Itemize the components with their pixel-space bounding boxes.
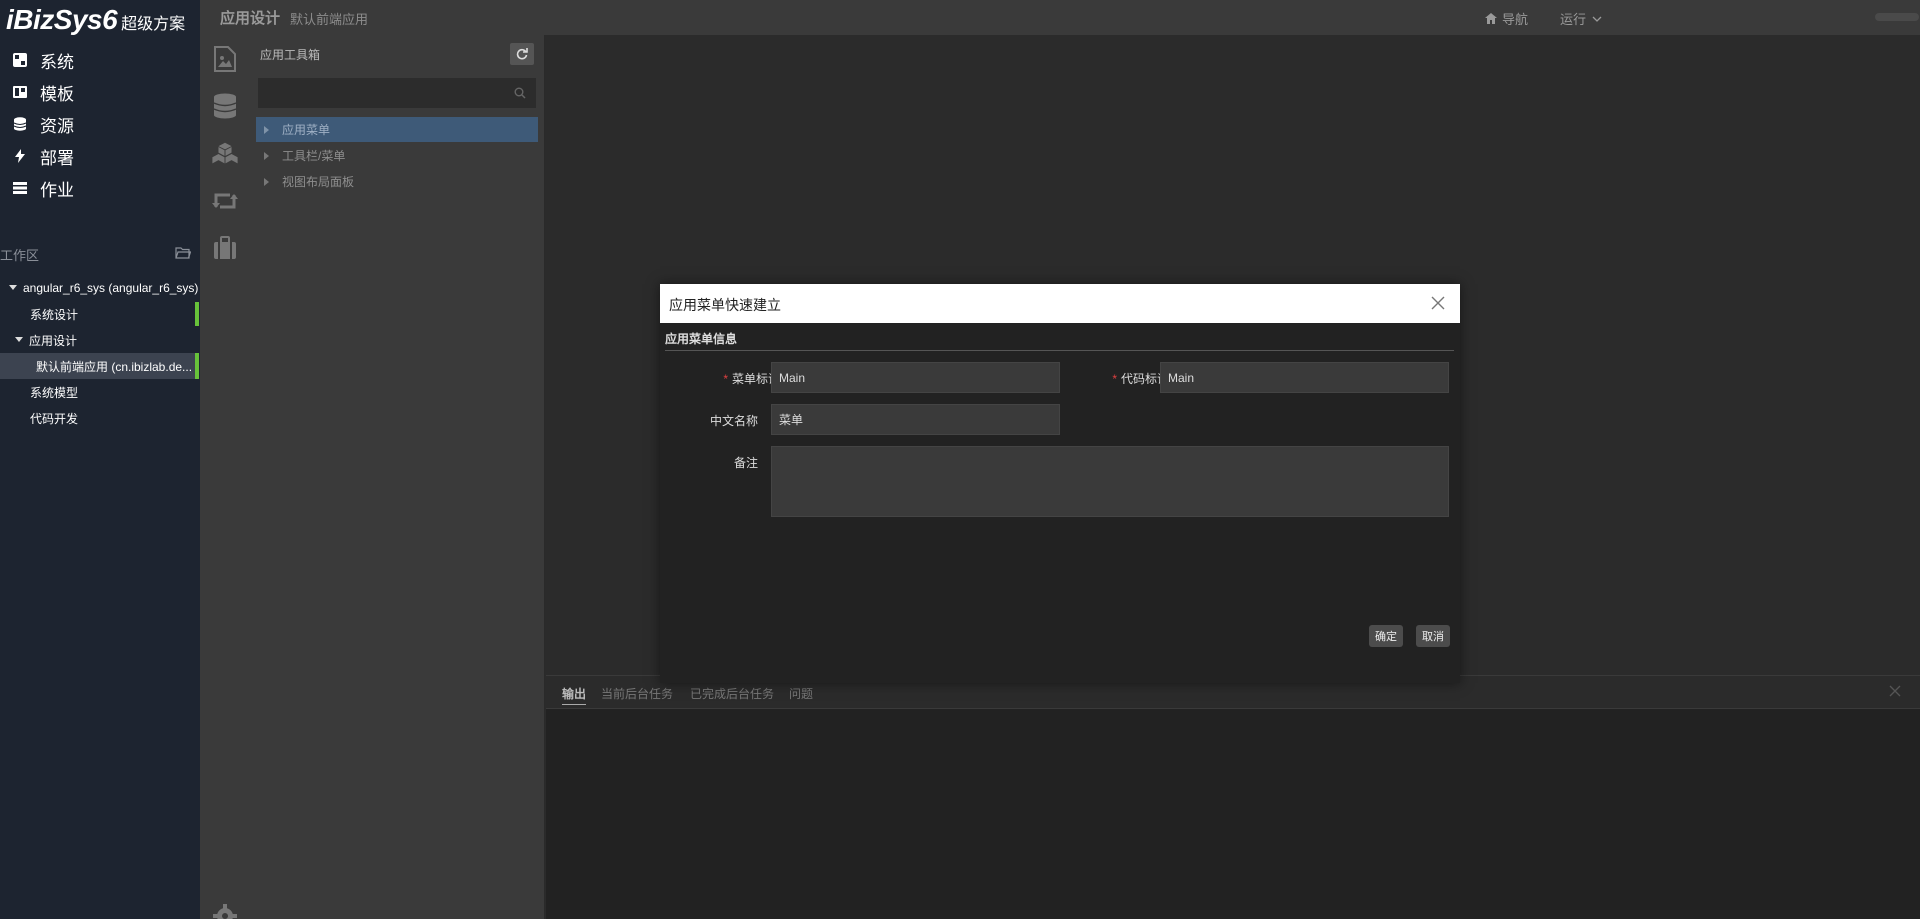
caret-down-icon[interactable] (14, 335, 24, 345)
toolbox-panel: 应用工具箱 应用菜单 工具栏/菜单 视图布局面板 (250, 35, 545, 919)
cubes-icon[interactable] (211, 140, 239, 168)
toolbox-search-input[interactable] (258, 78, 536, 108)
nav-link[interactable]: 导航 (1485, 9, 1528, 28)
refresh-button[interactable] (510, 43, 534, 65)
tree-node-sys-design[interactable]: 系统设计 (30, 302, 78, 326)
gear-icon[interactable] (211, 903, 239, 919)
search-icon[interactable] (514, 86, 528, 100)
tree-status-bar (195, 353, 199, 379)
nav-item-template[interactable]: 模板 (12, 78, 74, 106)
tree-node-label: 代码开发 (30, 411, 79, 426)
home-icon (1485, 13, 1497, 24)
chevron-down-icon (1592, 16, 1602, 22)
template-icon (12, 84, 28, 100)
page-title: 应用设计 (220, 10, 281, 27)
database-icon[interactable] (211, 92, 239, 120)
retweet-icon[interactable] (211, 187, 239, 215)
nav-link-label: 导航 (1502, 12, 1529, 27)
brand-subtitle: 超级方案 (121, 16, 186, 33)
tree-node-code-dev[interactable]: 代码开发 (30, 406, 78, 430)
refresh-icon (516, 48, 528, 60)
remark-label: 备注 (733, 456, 758, 470)
tree-node-sys-model[interactable]: 系统模型 (30, 380, 78, 404)
tool-item-app-menu[interactable]: 应用菜单 (256, 117, 538, 142)
tree-node-label: 系统模型 (30, 385, 79, 400)
tool-item-label: 视图布局面板 (282, 175, 355, 189)
nav-item-deploy[interactable]: 部署 (12, 142, 74, 170)
bolt-icon (12, 148, 28, 164)
folder-open-icon[interactable] (175, 246, 192, 260)
dialog-title: 应用菜单快速建立 (669, 297, 781, 313)
nav-item-label: 模板 (40, 84, 74, 104)
top-bar: 应用设计 默认前端应用 导航 运行 (200, 0, 1920, 35)
nav-item-label: 系统 (40, 52, 74, 72)
close-icon[interactable] (1889, 684, 1903, 698)
page-subtitle: 默认前端应用 (290, 12, 369, 27)
run-dropdown-label: 运行 (1560, 12, 1587, 27)
tool-item-view-layout[interactable]: 视图布局面板 (256, 169, 538, 194)
briefcase-icon[interactable] (211, 234, 239, 262)
caret-down-icon[interactable] (8, 283, 18, 293)
menu-id-label: * 菜单标识 (723, 372, 780, 386)
caret-right-icon (264, 151, 274, 160)
database-icon (12, 116, 28, 132)
nav-item-system[interactable]: 系统 (12, 46, 74, 74)
tree-node-app-design[interactable]: 应用设计 (14, 328, 77, 352)
nav-item-label: 作业 (40, 180, 74, 200)
dialog-header: 应用菜单快速建立 (660, 284, 1460, 323)
toolbox-title: 应用工具箱 (260, 48, 321, 62)
tree-node-root[interactable]: angular_r6_sys (angular_r6_sys) (8, 276, 198, 300)
nav-item-label: 部署 (40, 148, 74, 168)
nav-item-job[interactable]: 作业 (12, 174, 74, 202)
tree-node-label: angular_r6_sys (angular_r6_sys) (23, 281, 199, 295)
tool-item-label: 工具栏/菜单 (282, 149, 346, 163)
user-menu[interactable] (1875, 13, 1919, 21)
tree-node-label: 应用设计 (29, 333, 78, 348)
tab-running-tasks[interactable]: 当前后台任务 (601, 685, 673, 702)
code-id-label: * 代码标识 (1112, 372, 1169, 386)
remark-textarea[interactable] (771, 446, 1449, 517)
section-title: 应用菜单信息 (665, 327, 1454, 351)
designer-icon-bar (200, 35, 250, 919)
left-navigation: iBizSys6 超级方案 系统 模板 资源 部署 作业 工作区 angular… (0, 0, 200, 919)
ok-button[interactable]: 确定 (1369, 625, 1403, 647)
caret-right-icon (264, 177, 274, 186)
nav-item-label: 资源 (40, 116, 74, 136)
run-dropdown[interactable]: 运行 (1560, 9, 1602, 28)
tool-item-label: 应用菜单 (282, 123, 331, 137)
cn-name-label: 中文名称 (709, 414, 758, 428)
quick-create-menu-dialog: 应用菜单快速建立 应用菜单信息 *菜单标识 *代码标识 中文名称 备注 确定 取… (660, 284, 1460, 683)
tree-node-label: 系统设计 (30, 307, 79, 322)
tool-item-toolbar-menu[interactable]: 工具栏/菜单 (256, 143, 538, 168)
tree-node-default-app[interactable]: 默认前端应用 (cn.ibizlab.de... (36, 354, 192, 378)
cn-name-input[interactable] (771, 404, 1060, 435)
dashboard-icon (12, 52, 28, 68)
required-asterisk: * (723, 372, 728, 386)
brand[interactable]: iBizSys6 超级方案 (6, 4, 185, 40)
nav-item-resource[interactable]: 资源 (12, 110, 74, 138)
output-panel: 输出 当前后台任务 已完成后台任务 问题 (546, 675, 1920, 919)
close-icon[interactable] (1431, 296, 1447, 312)
menu-id-input[interactable] (771, 362, 1060, 393)
cancel-button[interactable]: 取消 (1416, 625, 1450, 647)
image-file-icon[interactable] (211, 45, 239, 73)
workspace-title: 工作区 (0, 248, 40, 263)
server-icon (12, 180, 28, 196)
code-id-input[interactable] (1160, 362, 1449, 393)
tab-problems[interactable]: 问题 (789, 685, 813, 702)
tree-node-label: 默认前端应用 (cn.ibizlab.de... (36, 359, 193, 374)
required-asterisk: * (1112, 372, 1117, 386)
brand-logo: iBizSys6 (6, 4, 118, 35)
caret-right-icon (264, 125, 274, 134)
tab-output[interactable]: 输出 (562, 685, 587, 705)
tab-finished-tasks[interactable]: 已完成后台任务 (690, 685, 774, 702)
tree-status-bar (195, 302, 199, 326)
